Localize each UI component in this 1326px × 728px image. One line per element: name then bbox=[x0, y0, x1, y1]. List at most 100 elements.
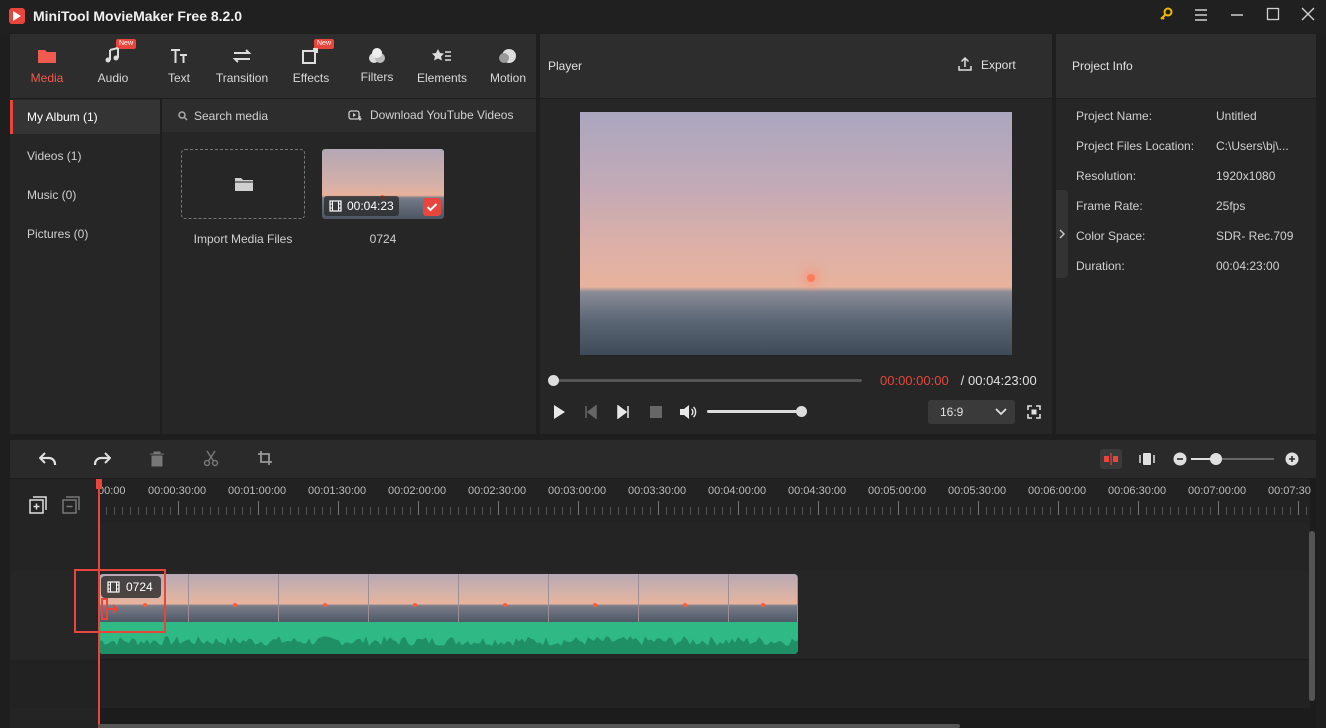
remove-track-icon[interactable] bbox=[62, 496, 80, 514]
add-track-icon[interactable] bbox=[29, 496, 47, 514]
selected-check-icon[interactable] bbox=[423, 198, 441, 216]
minimize-button[interactable] bbox=[1226, 6, 1248, 26]
clip-duration-badge: 00:04:23 bbox=[324, 196, 399, 216]
album-item-music[interactable]: Music (0) bbox=[10, 178, 160, 212]
snap-toggle-button[interactable] bbox=[1100, 449, 1122, 469]
trim-handle-icon[interactable] bbox=[100, 597, 120, 621]
clip-frame bbox=[729, 574, 798, 622]
horizontal-scrollbar[interactable] bbox=[98, 724, 960, 728]
key-icon[interactable] bbox=[1155, 6, 1177, 26]
info-row-files-location: Project Files Location: C:\Users\bj\... bbox=[1076, 139, 1316, 153]
tab-text[interactable]: Text bbox=[147, 34, 211, 98]
scissors-icon[interactable] bbox=[203, 450, 219, 467]
zoom-handle[interactable] bbox=[1209, 453, 1222, 465]
info-key: Project Files Location: bbox=[1076, 139, 1195, 153]
tab-elements-label: Elements bbox=[416, 71, 468, 85]
export-button[interactable]: Export bbox=[957, 56, 1016, 76]
aspect-ratio-value: 16:9 bbox=[940, 405, 964, 419]
tab-transition[interactable]: Transition bbox=[210, 34, 274, 98]
crop-icon[interactable] bbox=[257, 450, 273, 466]
ruler-tick-label: 00:06:00:00 bbox=[1028, 485, 1087, 497]
magnet-snap-icon bbox=[1104, 453, 1118, 465]
chevron-down-icon bbox=[995, 408, 1007, 416]
tab-audio[interactable]: New Audio bbox=[81, 34, 145, 98]
volume-handle[interactable] bbox=[796, 406, 807, 417]
ruler-tick-label: 00:03:30:00 bbox=[628, 485, 687, 497]
tab-filters[interactable]: Filters bbox=[345, 34, 409, 98]
vertical-scrollbar[interactable] bbox=[1309, 531, 1315, 701]
aspect-ratio-select[interactable]: 16:9 bbox=[928, 400, 1015, 424]
info-key: Duration: bbox=[1076, 259, 1125, 273]
media-toolbar: Media New Audio Text Transition New Effe… bbox=[10, 34, 536, 98]
clip-frame bbox=[369, 574, 459, 622]
zoom-in-icon[interactable] bbox=[1285, 452, 1299, 466]
info-row-duration: Duration: 00:04:23:00 bbox=[1076, 259, 1316, 273]
info-value: 1920x1080 bbox=[1216, 169, 1276, 183]
clip-frame bbox=[459, 574, 549, 622]
media-clip-thumbnail[interactable]: 00:04:23 bbox=[322, 149, 444, 219]
folder-icon bbox=[235, 178, 253, 191]
clip-frame bbox=[639, 574, 729, 622]
delete-icon[interactable] bbox=[149, 450, 165, 467]
info-key: Project Name: bbox=[1076, 109, 1153, 123]
title-bar: MiniTool MovieMaker Free 8.2.0 bbox=[0, 0, 1326, 33]
split-view-icon[interactable] bbox=[1139, 451, 1155, 467]
play-button[interactable] bbox=[552, 404, 566, 420]
ruler-tick-label: 00:02:30:00 bbox=[468, 485, 527, 497]
waveform-graphic bbox=[99, 636, 798, 654]
zoom-out-icon[interactable] bbox=[1173, 452, 1187, 466]
info-value: 00:04:23:00 bbox=[1216, 259, 1280, 273]
volume-slider[interactable] bbox=[707, 406, 807, 417]
download-youtube-button[interactable]: Download YouTube Videos bbox=[370, 108, 513, 122]
collapse-panel-handle[interactable] bbox=[1056, 190, 1068, 278]
album-item-pictures[interactable]: Pictures (0) bbox=[10, 217, 160, 251]
redo-icon[interactable] bbox=[93, 451, 111, 467]
undo-icon[interactable] bbox=[39, 451, 57, 467]
ruler-tick-label: 00:01:30:00 bbox=[308, 485, 367, 497]
tab-transition-label: Transition bbox=[215, 71, 269, 85]
timeline-ruler[interactable]: 00:00 00:00:30:00 00:01:00:00 00:01:30:00 00… bbox=[98, 479, 1311, 523]
album-item-my-album[interactable]: My Album (1) bbox=[10, 100, 160, 134]
zoom-slider[interactable] bbox=[1191, 453, 1274, 465]
menu-icon[interactable] bbox=[1190, 6, 1212, 26]
previous-frame-button[interactable] bbox=[584, 405, 598, 419]
total-time: 00:04:23:00 bbox=[968, 373, 1037, 388]
tab-effects[interactable]: New Effects bbox=[279, 34, 343, 98]
timeline-video-clip[interactable] bbox=[99, 574, 798, 654]
import-media-label: Import Media Files bbox=[193, 232, 293, 246]
search-media-input[interactable]: Search media bbox=[194, 109, 268, 123]
close-button[interactable] bbox=[1297, 6, 1319, 26]
maximize-button[interactable] bbox=[1262, 6, 1284, 26]
media-clip-name: 0724 bbox=[369, 232, 397, 246]
ruler-ticks bbox=[98, 501, 1307, 515]
volume-icon[interactable] bbox=[679, 404, 697, 420]
info-row-frame-rate: Frame Rate: 25fps bbox=[1076, 199, 1316, 213]
tab-media-label: Media bbox=[30, 71, 64, 85]
music-note-icon bbox=[105, 47, 119, 63]
playhead-handle[interactable] bbox=[96, 479, 102, 489]
tab-media[interactable]: Media bbox=[15, 34, 79, 98]
import-media-button[interactable] bbox=[181, 149, 305, 219]
info-row-color-space: Color Space: SDR- Rec.709 bbox=[1076, 229, 1316, 243]
player-header: Player Export bbox=[540, 34, 1052, 98]
album-item-videos[interactable]: Videos (1) bbox=[10, 139, 160, 173]
info-value: 25fps bbox=[1216, 199, 1246, 213]
tab-text-label: Text bbox=[167, 71, 190, 85]
tab-filters-label: Filters bbox=[360, 70, 394, 84]
stop-button[interactable] bbox=[649, 405, 663, 419]
media-search-bar: Search media Download YouTube Videos bbox=[162, 99, 536, 132]
project-info-panel: Project Name: Untitled Project Files Loca… bbox=[1056, 99, 1316, 434]
progress-handle[interactable] bbox=[548, 375, 559, 386]
clip-frame bbox=[279, 574, 369, 622]
project-info-header: Project Info bbox=[1056, 34, 1316, 98]
player-title: Player bbox=[548, 59, 583, 73]
playback-progress-bar[interactable] bbox=[548, 375, 862, 386]
fullscreen-icon[interactable] bbox=[1027, 405, 1041, 419]
tab-motion[interactable]: Motion bbox=[476, 34, 540, 98]
ruler-tick-label: 00:00 bbox=[98, 485, 126, 497]
project-info-title: Project Info bbox=[1072, 59, 1133, 73]
next-frame-button[interactable] bbox=[616, 405, 630, 419]
audio-waveform bbox=[99, 622, 798, 654]
playhead[interactable] bbox=[98, 479, 100, 728]
tab-elements[interactable]: Elements bbox=[410, 34, 474, 98]
